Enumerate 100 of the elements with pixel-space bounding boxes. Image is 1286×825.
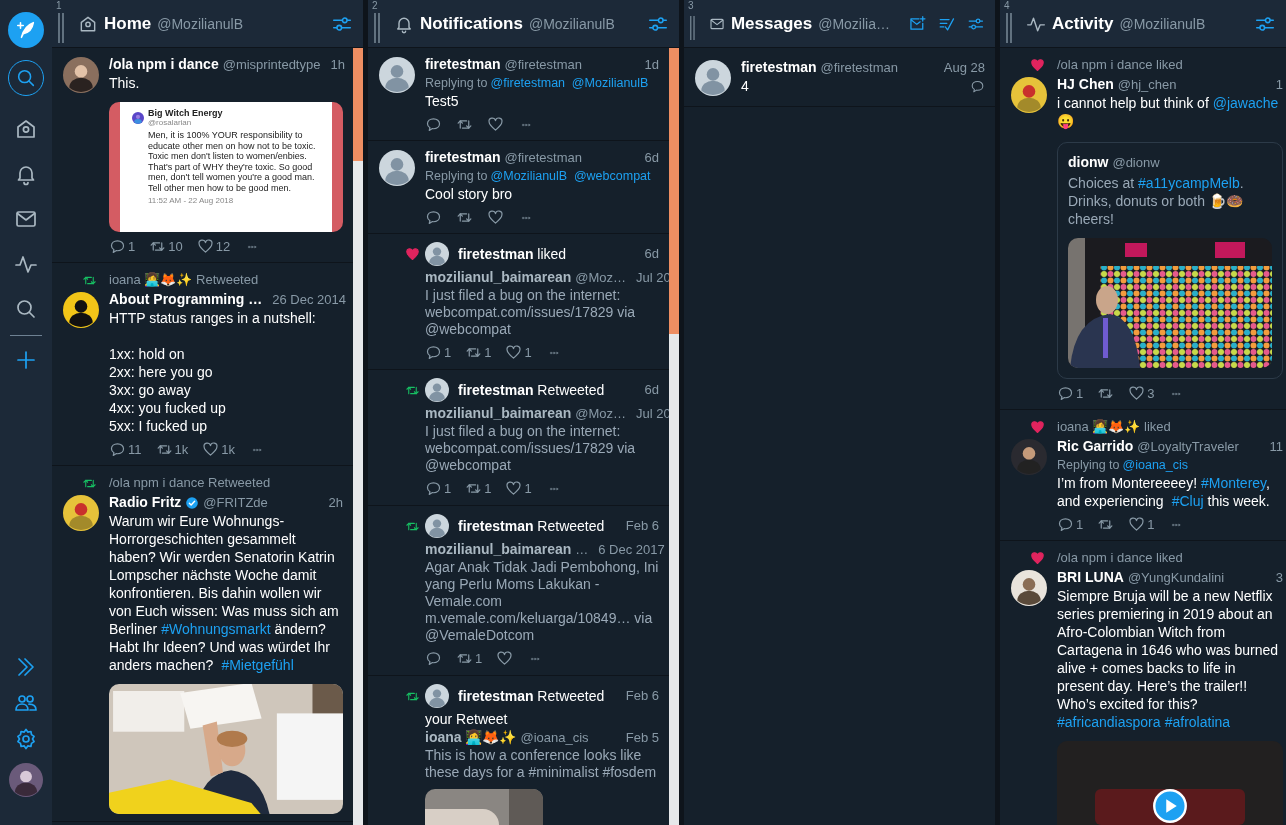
tweet-text: i cannot help but think of @jawache 😛 <box>1057 94 1280 130</box>
context-text: ioana 👩‍💻🦊✨ Retweeted <box>109 271 260 289</box>
reply-icon[interactable] <box>970 78 985 94</box>
mention-link[interactable]: @firetestman <box>490 74 566 92</box>
tweet-link[interactable]: #Cluj <box>1171 493 1204 509</box>
reply-button[interactable]: 1 <box>1057 385 1084 402</box>
scrollbar[interactable] <box>669 48 679 825</box>
avatar <box>425 514 449 538</box>
mention-link[interactable]: @webcompat <box>573 167 651 185</box>
retweet-button[interactable]: 1 <box>456 650 483 667</box>
tweet-link[interactable]: #afrolatina <box>1164 714 1231 730</box>
context-text: ioana 👩‍💻🦊✨ liked <box>1057 418 1172 436</box>
author-handle: @LoyaltyTraveler <box>1137 438 1239 456</box>
author-name[interactable]: mozilianul_baimarean <box>425 540 572 558</box>
scroll-thumb[interactable] <box>353 48 363 161</box>
tweet-link[interactable]: #Monterey <box>1200 475 1267 491</box>
tweet-time[interactable]: Feb 5 <box>619 729 659 747</box>
tweet-link[interactable]: #Mietgefühl <box>221 657 294 673</box>
author-name[interactable]: mozilianul_baimarean <box>425 268 572 286</box>
drag-handle[interactable] <box>374 12 380 43</box>
settings-icon[interactable] <box>14 727 38 751</box>
heart-icon <box>487 116 504 133</box>
drag-handle[interactable] <box>1006 12 1012 43</box>
search-icon[interactable] <box>14 297 38 321</box>
compose-button[interactable] <box>8 12 44 48</box>
heart-icon <box>1030 419 1045 435</box>
tweet-time[interactable]: 11 <box>1263 438 1283 456</box>
mention-link[interactable]: @MozilianulB <box>571 74 649 92</box>
like-button[interactable]: 1 <box>505 480 532 497</box>
context-text: /ola npm i dance liked <box>1057 56 1184 74</box>
tweet-link[interactable]: #africandiaspora <box>1057 714 1161 730</box>
retweet-button[interactable]: 1 <box>465 344 492 361</box>
context-text: /ola npm i dance Retweeted <box>109 474 272 492</box>
like-button[interactable]: 1 <box>1128 516 1155 533</box>
reply-button[interactable] <box>425 209 442 226</box>
scroll-thumb[interactable] <box>669 48 679 334</box>
tweet-text: HTTP status ranges in a nutshell: 1xx: hold on 2xx: here you go 3xx: go away 4xx: you fucked up 5xx: I fucked up <box>109 309 317 435</box>
retweet-button[interactable]: 1 <box>465 480 492 497</box>
like-button[interactable] <box>487 209 504 226</box>
reply-button[interactable]: 1 <box>425 344 452 361</box>
author-handle: @firetestman <box>504 149 582 167</box>
retweet-button[interactable]: 1k <box>155 441 189 458</box>
like-button[interactable]: 12 <box>196 238 231 255</box>
tweet-time[interactable]: 26 Dec 2014 <box>266 291 346 309</box>
author-handle: @YungKundalini <box>1127 569 1225 587</box>
like-button[interactable]: 1 <box>505 344 532 361</box>
reply-icon <box>425 344 442 361</box>
heart-icon <box>1128 516 1146 533</box>
quoted-tweet[interactable]: dionw @dionw Choices at #a11ycampMelb. Drinks, donuts or both 🍺🍩 cheers! <box>1057 142 1283 379</box>
screenshot-text: Men, it is 100% YOUR responsibility to educate other men on how not to be toxic. Toxic men don't listen to women/enbies. That's part of WHY they're toxic. So good men, don't tell women you're a good man. Tell other men how to be good men. <box>148 130 317 194</box>
author-name[interactable]: ioana 👩‍💻🦊✨ <box>425 728 517 746</box>
activity-time: Feb 6 <box>624 687 659 705</box>
avatar <box>425 378 449 402</box>
author-name[interactable]: About Programming … <box>109 290 263 308</box>
like-button[interactable]: 3 <box>1128 385 1155 402</box>
tweet-time[interactable]: 1d <box>638 56 659 74</box>
reply-button[interactable]: 11 <box>109 441 142 458</box>
heart-icon <box>202 441 220 458</box>
tweet-time[interactable]: 1h <box>324 56 345 74</box>
author-name[interactable]: /ola npm i dance <box>109 55 219 73</box>
add-column-icon[interactable] <box>14 348 38 372</box>
tweet-time[interactable]: 3 <box>1269 569 1283 587</box>
author-name[interactable]: HJ Chen <box>1057 75 1114 93</box>
reply-button[interactable] <box>425 650 442 667</box>
tweet-link[interactable]: #a11ycampMelb <box>1138 175 1240 191</box>
mention-link[interactable]: @MozilianulB <box>490 167 568 185</box>
tweet-time[interactable]: 6 Dec 2017 <box>592 541 665 559</box>
like-button[interactable]: 1k <box>202 441 235 458</box>
tweet-link[interactable]: #Wohnungsmarkt <box>161 621 271 637</box>
column-number: 1 <box>56 0 62 11</box>
mention-link[interactable]: @ioana_cis <box>1122 456 1189 474</box>
avatar <box>1011 570 1047 606</box>
author-name[interactable]: firetestman <box>425 148 501 166</box>
author-name[interactable]: firetestman <box>741 58 817 76</box>
avatar <box>1011 77 1047 113</box>
author-name[interactable]: Radio Fritz <box>109 493 182 511</box>
reply-label: Replying to <box>1057 457 1120 474</box>
author-name[interactable]: firetestman <box>425 55 501 73</box>
reply-button[interactable]: 1 <box>109 238 136 255</box>
like-button[interactable] <box>487 116 504 133</box>
reply-icon <box>1057 385 1074 402</box>
reply-button[interactable]: 1 <box>425 480 452 497</box>
author-name[interactable]: dionw <box>1068 153 1109 171</box>
tweet-time[interactable]: 1 <box>1269 76 1283 94</box>
drag-handle[interactable] <box>58 12 64 43</box>
author-name[interactable]: Ric Garrido <box>1057 437 1134 455</box>
tweet-time[interactable]: 2h <box>322 494 343 512</box>
tweet-text: I just filed a bug on the internet: webcompat.com/issues/17829 via @webcompat <box>425 423 637 474</box>
column-number: 2 <box>372 0 378 11</box>
message-text: 4 <box>741 77 749 95</box>
reply-button[interactable]: 1 <box>1057 516 1084 533</box>
reply-button[interactable] <box>425 116 442 133</box>
author-name[interactable]: BRI LUNA <box>1057 568 1124 586</box>
like-button[interactable] <box>496 650 514 667</box>
home-icon[interactable] <box>14 117 38 141</box>
tweet-link[interactable]: @jawache <box>1212 95 1279 111</box>
author-name[interactable]: mozilianul_baimarean <box>425 404 572 422</box>
scrollbar[interactable] <box>353 48 363 825</box>
tweet-time[interactable]: 6d <box>638 149 659 167</box>
retweet-button[interactable]: 10 <box>149 238 183 255</box>
